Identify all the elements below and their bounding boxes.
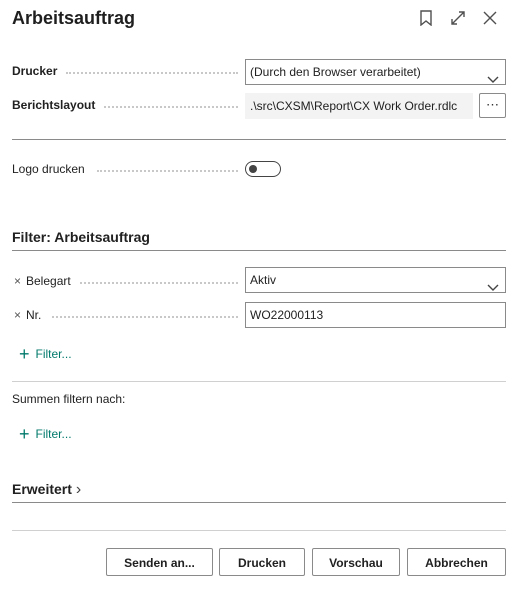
printer-select-value: (Durch den Browser verarbeitet) xyxy=(250,65,421,79)
advanced-label: Erweitert xyxy=(12,481,72,497)
filter-label-nr: Nr. xyxy=(26,308,42,322)
logo-leader-dots xyxy=(97,170,238,172)
layout-label: Berichtslayout xyxy=(12,98,96,112)
add-totals-filter-button[interactable]: + Filter... xyxy=(19,424,72,444)
bookmark-icon[interactable] xyxy=(416,8,436,28)
plus-icon: + xyxy=(19,344,30,364)
remove-filter-icon[interactable]: × xyxy=(14,308,21,322)
advanced-toggle[interactable]: Erweitert › xyxy=(12,481,81,499)
filter-leader-dots xyxy=(80,282,238,284)
add-totals-filter-label: Filter... xyxy=(35,427,72,441)
expand-icon[interactable] xyxy=(448,8,468,28)
filter-section-divider xyxy=(12,250,506,251)
add-filter-label: Filter... xyxy=(35,347,72,361)
printer-label: Drucker xyxy=(12,64,58,78)
footer-divider xyxy=(12,530,506,531)
divider xyxy=(12,139,506,140)
filter-leader-dots xyxy=(52,316,238,318)
filter-section-title: Filter: Arbeitsauftrag xyxy=(12,229,150,245)
belegart-select-value: Aktiv xyxy=(250,273,277,287)
close-icon[interactable] xyxy=(480,8,500,28)
totals-label: Summen filtern nach: xyxy=(12,392,126,406)
advanced-divider xyxy=(12,502,506,503)
belegart-select[interactable]: Aktiv xyxy=(245,267,506,293)
divider xyxy=(12,381,506,382)
chevron-right-icon: › xyxy=(75,481,82,498)
logo-label: Logo drucken xyxy=(12,162,85,176)
print-button[interactable]: Drucken xyxy=(219,548,305,576)
printer-select[interactable]: (Durch den Browser verarbeitet) xyxy=(245,59,506,85)
layout-leader-dots xyxy=(104,106,238,108)
chevron-down-icon xyxy=(487,68,499,83)
preview-button[interactable]: Vorschau xyxy=(312,548,400,576)
remove-filter-icon[interactable]: × xyxy=(14,274,21,288)
toggle-knob xyxy=(249,164,257,173)
plus-icon: + xyxy=(19,424,30,444)
send-to-button[interactable]: Senden an... xyxy=(106,548,213,576)
filter-label-belegart: Belegart xyxy=(26,274,71,288)
cancel-button[interactable]: Abbrechen xyxy=(407,548,506,576)
add-filter-button[interactable]: + Filter... xyxy=(19,344,72,364)
chevron-down-icon xyxy=(487,276,499,291)
logo-toggle[interactable] xyxy=(245,161,281,177)
nr-input[interactable]: WO22000113 xyxy=(245,302,506,328)
layout-more-button[interactable]: ⋯ xyxy=(479,93,506,118)
dialog-title: Arbeitsauftrag xyxy=(12,8,136,28)
layout-field: .\src\CXSM\Report\CX Work Order.rdlc xyxy=(245,93,473,119)
printer-leader-dots xyxy=(66,72,238,74)
